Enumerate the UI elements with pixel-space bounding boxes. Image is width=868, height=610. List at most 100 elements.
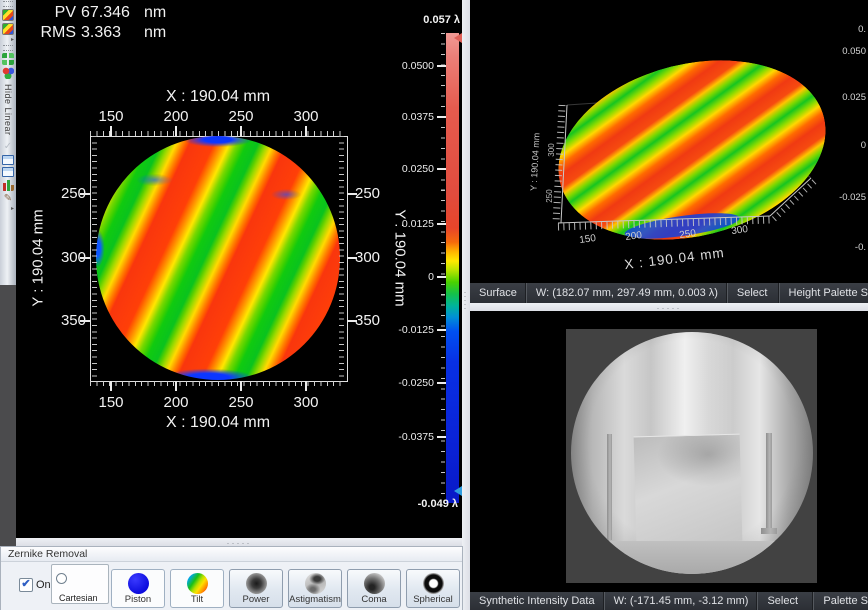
rgb-spheres-icon[interactable] [2, 67, 14, 79]
top-major-tick [305, 126, 307, 136]
x-tick-label-bottom: 300 [293, 394, 318, 411]
rms-value: 3.363 [81, 23, 139, 43]
bottom-major-tick [175, 381, 177, 391]
power-button[interactable]: Power [229, 569, 283, 608]
spherical-button-label: Spherical [407, 595, 459, 605]
on-checkbox[interactable]: ✔ [19, 578, 33, 592]
panel-title[interactable]: Synthetic Intensity Data [470, 595, 604, 607]
mode-select[interactable]: Select [758, 595, 807, 607]
zernike-removal-panel: Zernike Removal ✔ On Cartesian Zernike P… [0, 546, 463, 610]
x-tick-label: 200 [163, 108, 188, 125]
x3d-tick-label: 250 [679, 228, 697, 241]
grid-tiles-icon[interactable] [2, 53, 14, 65]
spherical-button[interactable]: Spherical [406, 569, 460, 608]
toolbar-overflow-arrow[interactable]: ▸ [0, 37, 16, 44]
test-part-silhouette [634, 434, 743, 544]
surface-3d-statusbar: Surface W: (182.07 mm, 297.49 mm, 0.003 … [470, 283, 868, 303]
fixture-post-foot [761, 528, 777, 534]
cursor-readout: W: (182.07 mm, 297.49 mm, 0.003 λ) [527, 287, 727, 299]
surface-map-icon[interactable] [2, 9, 14, 21]
palette-scale-label: -0.025 [839, 192, 866, 203]
colorbar-tick-label: 0 [354, 271, 434, 283]
piston-icon [128, 573, 149, 594]
radio-cartesian-label: Cartesian [59, 593, 98, 603]
zernike-panel-title[interactable]: Zernike Removal [1, 547, 462, 562]
colorbar-tick-label: -0.0125 [354, 324, 434, 336]
bottom-major-tick [305, 381, 307, 391]
piston-button[interactable]: Piston [111, 569, 165, 608]
horizontal-splitter-left[interactable]: ····· [16, 538, 462, 546]
left-toolbar: ▸ Hide Linear ✓ ✎ ▸ [0, 0, 17, 285]
window-2-icon[interactable] [2, 167, 14, 177]
palette-scale-label: -0. [855, 242, 866, 253]
colorbar-max-marker[interactable] [454, 33, 462, 43]
colorbar-min-label: -0.049 λ [368, 498, 458, 510]
colorbar-major-tick [437, 65, 446, 67]
pen-icon[interactable]: ✎ [2, 193, 14, 205]
on-checkbox-label: On [36, 579, 51, 591]
coordinate-mode-group: Cartesian Zernike [51, 564, 109, 604]
left-inner-ticks [92, 136, 97, 380]
intensity-image[interactable] [566, 329, 817, 583]
x3d-tick-label: 150 [579, 233, 597, 246]
colorbar-tick-label: -0.0375 [354, 431, 434, 443]
surface-height-map[interactable] [96, 136, 340, 380]
toolbar-grip-2[interactable] [3, 45, 13, 51]
x-tick-label: 250 [228, 108, 253, 125]
colorbar-tick-label: 0.0125 [354, 218, 434, 230]
surface-3d-plot[interactable]: 150 200 250 300 X : 190.04 mm 300 250 Y … [470, 0, 868, 283]
surface-3d-panel: 150 200 250 300 X : 190.04 mm 300 250 Y … [470, 0, 868, 283]
top-major-tick [240, 126, 242, 136]
astigmatism-button[interactable]: Astigmatism [288, 569, 342, 608]
toolbar-filler-strip [0, 285, 17, 546]
bar-chart-icon[interactable] [2, 179, 14, 191]
x3d-tick-label: 200 [625, 230, 643, 243]
power-button-label: Power [230, 595, 282, 605]
colorbar-major-tick [437, 436, 446, 438]
y-tick-label-right: 300 [355, 249, 395, 266]
y3d-tick-label: 250 [545, 189, 554, 203]
x-axis-title-top: X : 190.04 mm [166, 88, 270, 106]
metrology-app-window: ▸ Hide Linear ✓ ✎ ▸ PV 67.346 nm RMS 3.3… [0, 0, 868, 610]
y3d-axis-title: Y : 190.04 mm [528, 132, 541, 191]
toolbar-overflow-arrow-2[interactable]: ▸ [0, 206, 16, 213]
fixture-post-left [607, 434, 612, 540]
palette-setup-button[interactable]: Height Palette S [780, 287, 868, 299]
intensity-statusbar: Synthetic Intensity Data W: (-171.45 mm,… [470, 592, 868, 610]
horizontal-splitter-right[interactable]: ····· [470, 303, 868, 311]
y3d-tick-label: 300 [547, 143, 556, 157]
tilt-button[interactable]: Tilt [170, 569, 224, 608]
rms-unit: nm [144, 23, 166, 43]
height-colorbar[interactable] [446, 33, 459, 503]
surface-stats: PV 67.346 nm RMS 3.363 nm [34, 3, 166, 43]
colorbar-tick-label: 0.0250 [354, 163, 434, 175]
splitter-grip[interactable]: ····· [462, 290, 470, 310]
panel-title[interactable]: Surface [470, 287, 526, 299]
mode-select[interactable]: Select [728, 287, 777, 299]
palette-scale-label: 0 [861, 140, 866, 151]
pv-label: PV [34, 3, 76, 23]
piston-button-label: Piston [112, 595, 164, 605]
right-major-tick [347, 193, 357, 195]
checkmark-icon[interactable]: ✓ [2, 141, 14, 153]
x-tick-label: 300 [293, 108, 318, 125]
surface-map-2-icon[interactable] [2, 23, 14, 35]
window-icon[interactable] [2, 155, 14, 165]
y-axis-title-left: Y : 190.04 mm [30, 209, 47, 306]
right-major-tick [347, 257, 357, 259]
vertical-splitter[interactable]: ····· [462, 0, 470, 610]
right-inner-ticks [339, 136, 344, 380]
colorbar-major-tick [437, 116, 446, 118]
pv-value: 67.346 [81, 3, 139, 23]
palette-setup-button[interactable]: Palette S [814, 595, 868, 607]
radio-cartesian[interactable]: Cartesian [56, 570, 108, 606]
pv-unit: nm [144, 3, 166, 23]
hide-linear-button[interactable]: Hide Linear [3, 82, 13, 138]
y-tick-label-right: 250 [355, 185, 395, 202]
x-tick-label-bottom: 200 [163, 394, 188, 411]
toolbar-grip[interactable] [3, 1, 13, 7]
colorbar-tick-label: 0.0375 [354, 111, 434, 123]
coma-button[interactable]: Coma [347, 569, 401, 608]
colorbar-min-marker[interactable] [454, 486, 462, 496]
radio-cartesian-circle[interactable] [56, 573, 67, 584]
